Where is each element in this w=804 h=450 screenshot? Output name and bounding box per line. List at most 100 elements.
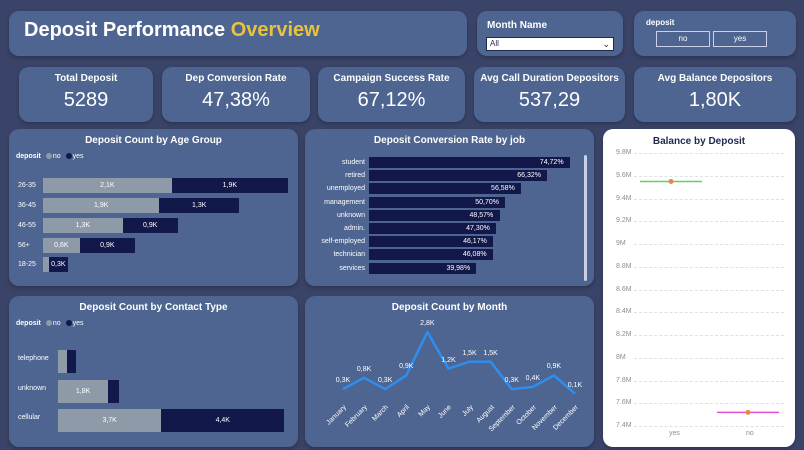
chart-title: Deposit Count by Contact Type bbox=[79, 302, 228, 313]
legend-no-label: no bbox=[52, 320, 61, 327]
title-card: Deposit Performance Overview bbox=[9, 11, 467, 56]
kpi-title: Avg Balance Depositors bbox=[657, 73, 773, 84]
legend-no-swatch bbox=[45, 320, 52, 327]
job-bar-value: 48,57% bbox=[469, 211, 494, 219]
job-bar-value: 39,98% bbox=[446, 264, 471, 272]
bar-no: 0,6K bbox=[43, 238, 80, 253]
deposit-filter-no-button[interactable]: no bbox=[656, 31, 710, 47]
job-row-label: unknown bbox=[336, 211, 365, 219]
legend-label: deposit bbox=[16, 153, 41, 160]
month-filter-card: Month Name All ⌄ bbox=[477, 11, 623, 56]
deposit-filter-yes-button[interactable]: yes bbox=[713, 31, 767, 47]
chart-title: Deposit Conversion Rate by job bbox=[373, 135, 526, 146]
bar-yes: 0,9K bbox=[122, 218, 178, 233]
job-row-label: self-employed bbox=[321, 238, 365, 246]
job-bar-value: 50,70% bbox=[475, 198, 499, 206]
job-bar-value: 46,08% bbox=[462, 251, 487, 259]
chevron-down-icon: ⌄ bbox=[602, 39, 610, 49]
bar-yes: 1,9K bbox=[171, 178, 288, 193]
legend-yes-swatch bbox=[65, 320, 72, 327]
kpi-title: Total Deposit bbox=[54, 73, 118, 84]
chart-legend: deposit no yes bbox=[16, 320, 84, 327]
legend-no-swatch bbox=[45, 153, 52, 160]
kpi-value: 1,80K bbox=[688, 89, 742, 111]
contact-row-label: cellular bbox=[18, 414, 41, 421]
month-data-label: 2,8K bbox=[420, 320, 435, 327]
job-row-label: technician bbox=[333, 251, 365, 259]
bar-yes: 0,9K bbox=[79, 238, 135, 253]
legend-no-label: no bbox=[52, 153, 61, 160]
job-row-label: admin. bbox=[343, 225, 365, 232]
kpi-value: 67,12% bbox=[357, 89, 426, 111]
page-title: Deposit Performance Overview bbox=[24, 19, 320, 41]
deposit-filter-card: deposit no yes bbox=[634, 11, 796, 56]
kpi-value: 5289 bbox=[63, 89, 109, 111]
job-row-label: retired bbox=[345, 172, 365, 180]
age-row-label: 36-45 bbox=[18, 202, 36, 209]
bar-yes bbox=[67, 350, 76, 373]
job-bar-value: 46,17% bbox=[463, 238, 487, 246]
job-bar-value: 66,32% bbox=[517, 172, 541, 180]
legend-yes-label: yes bbox=[72, 320, 84, 327]
deposit-filter-label: deposit bbox=[646, 18, 675, 27]
month-filter-dropdown[interactable]: All ⌄ bbox=[486, 37, 614, 51]
age-row-label: 56+ bbox=[18, 242, 30, 249]
kpi-title: Campaign Success Rate bbox=[333, 73, 450, 84]
legend-label: deposit bbox=[16, 320, 41, 327]
job-row-label: management bbox=[324, 198, 365, 206]
age-group-chart: Deposit Count by Age Group deposit no ye… bbox=[9, 129, 298, 286]
page-title-accent: Overview bbox=[230, 19, 320, 41]
month-data-label: 0,1K bbox=[567, 381, 583, 389]
chart-legend: deposit no yes bbox=[16, 153, 84, 160]
month-data-label: 1,2K bbox=[441, 356, 456, 364]
job-bar-value: 47,30% bbox=[466, 225, 490, 232]
month-chart: Deposit Count by Month 0,3K January 0,8K Fe… bbox=[305, 296, 594, 447]
bar-no bbox=[58, 350, 67, 373]
month-data-label: 0,9K bbox=[399, 363, 414, 371]
month-filter-value: All bbox=[490, 39, 499, 48]
job-row-label: unemployed bbox=[326, 185, 365, 193]
bar-no: 1,3K bbox=[43, 218, 123, 233]
bar-no: 1,9K bbox=[43, 198, 160, 213]
bar-no: 3,7K bbox=[58, 409, 162, 432]
kpi-avg-balance: Avg Balance Depositors 1,80K bbox=[634, 67, 796, 122]
balance-point bbox=[668, 178, 674, 184]
age-row-label: 46-55 bbox=[18, 222, 36, 229]
month-data-label: 1,5K bbox=[483, 349, 498, 357]
kpi-dep-conversion-rate: Dep Conversion Rate 47,38% bbox=[162, 67, 310, 122]
month-data-label: 0,9K bbox=[546, 363, 562, 371]
contact-row-label: telephone bbox=[18, 355, 49, 362]
balance-by-deposit-chart: Balance by Deposit 9.8M 9.6M 9.4M 9.2M 9M 8.8… bbox=[603, 129, 795, 447]
age-row-label: 26-35 bbox=[18, 182, 36, 189]
balance-plot bbox=[640, 178, 779, 415]
contact-row-label: unknown bbox=[18, 385, 47, 392]
job-row-label: student bbox=[342, 159, 365, 166]
bar-yes: 4,4K bbox=[161, 409, 285, 432]
job-bar-value: 74,72% bbox=[539, 159, 564, 166]
month-data-label: 0,8K bbox=[356, 365, 372, 373]
kpi-campaign-success-rate: Campaign Success Rate 67,12% bbox=[318, 67, 465, 122]
kpi-title: Dep Conversion Rate bbox=[185, 73, 287, 84]
job-bar-value: 56,58% bbox=[491, 185, 515, 193]
legend-yes-swatch bbox=[65, 153, 72, 160]
month-data-label: 0,4K bbox=[525, 374, 541, 382]
month-filter-label: Month Name bbox=[487, 20, 547, 31]
legend-yes-label: yes bbox=[72, 153, 84, 160]
chart-title: Deposit Count by Age Group bbox=[85, 135, 222, 146]
bar-no: 1,8K bbox=[58, 380, 109, 403]
kpi-value: 537,29 bbox=[518, 89, 581, 111]
kpi-value: 47,38% bbox=[202, 89, 270, 111]
month-data-label: 0,3K bbox=[335, 377, 351, 385]
kpi-total-deposit: Total Deposit 5289 bbox=[19, 67, 153, 122]
job-row-label: services bbox=[339, 264, 365, 272]
kpi-avg-call-duration: Avg Call Duration Depositors 537,29 bbox=[474, 67, 625, 122]
age-row-label: 18-25 bbox=[18, 261, 36, 268]
bar-yes bbox=[108, 380, 120, 403]
bar-yes: 0,3K bbox=[49, 257, 68, 272]
contact-type-chart: Deposit Count by Contact Type deposit no… bbox=[9, 296, 298, 447]
job-chart-scrollbar[interactable] bbox=[584, 155, 587, 281]
x-tick-label: yes bbox=[669, 430, 680, 437]
x-tick-label: no bbox=[746, 430, 754, 437]
job-conversion-chart: Deposit Conversion Rate by job student 74… bbox=[305, 129, 594, 286]
month-data-label: 0,3K bbox=[377, 377, 393, 385]
